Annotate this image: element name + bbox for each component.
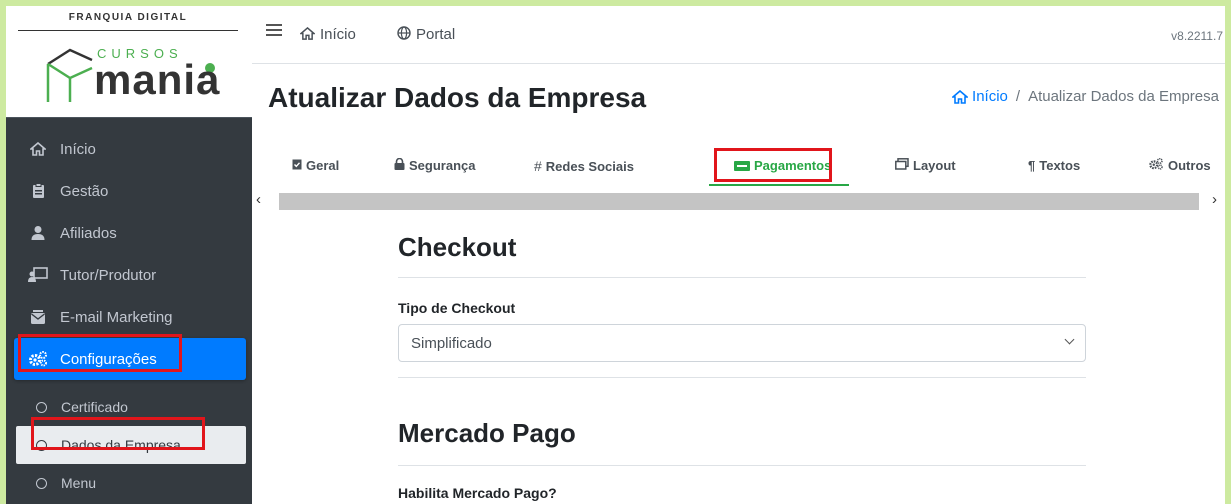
- tab-outros[interactable]: Outros: [1148, 158, 1211, 173]
- app-version: v8.2211.7: [1171, 29, 1223, 43]
- sidebar-item-configuracoes[interactable]: Configurações: [14, 338, 246, 380]
- checkout-type-select[interactable]: Simplificado: [398, 324, 1086, 362]
- checkout-heading: Checkout: [398, 232, 517, 262]
- chalkboard-teacher-icon: [28, 266, 48, 284]
- sidebar-item-label: Afiliados: [60, 224, 117, 242]
- sidebar-item-label: Início: [60, 140, 96, 158]
- page-title: Atualizar Dados da Empresa: [268, 82, 647, 113]
- hashtag-icon: #: [534, 158, 542, 174]
- money-check-icon: [734, 160, 750, 171]
- settings-tabs: Geral Segurança # Redes Sociais Pagament…: [252, 146, 1225, 186]
- horizontal-scrollbar[interactable]: [279, 193, 1199, 210]
- tab-geral[interactable]: Geral: [292, 158, 339, 173]
- tab-label: Pagamentos: [754, 158, 832, 173]
- breadcrumb: Início / Atualizar Dados da Empresa: [952, 88, 1219, 105]
- section-divider: [398, 277, 1086, 278]
- sidebar-item-tutor[interactable]: Tutor/Produtor: [6, 254, 252, 296]
- tab-label: Redes Sociais: [545, 158, 634, 174]
- users-icon: [28, 224, 48, 242]
- menu-toggle-icon[interactable]: [266, 24, 282, 39]
- brand-mania-text: mania: [94, 56, 221, 103]
- home-icon: [298, 26, 317, 43]
- sidebar-item-label: Gestão: [60, 182, 109, 200]
- mail-bulk-icon: [28, 308, 48, 326]
- brand-tagline: FRANQUIA DIGITAL: [68, 12, 188, 23]
- cogs-icon: [28, 350, 48, 368]
- tab-layout[interactable]: Layout: [895, 158, 956, 173]
- home-icon: [28, 140, 48, 158]
- tab-label: Layout: [913, 158, 956, 173]
- topbar-portal-label: Portal: [416, 26, 456, 43]
- topbar-portal-link[interactable]: Portal: [397, 26, 455, 43]
- sidebar-item-label: Tutor/Produtor: [60, 266, 157, 284]
- tabs-scroll-row: ‹ ›: [252, 191, 1225, 210]
- home-icon: [952, 89, 969, 104]
- top-navbar: Início Portal v8.2211.7: [252, 6, 1225, 64]
- circle-icon: [36, 439, 47, 451]
- sidebar-subitem-certificado[interactable]: Certificado: [6, 388, 252, 426]
- tab-label: Outros: [1168, 158, 1211, 173]
- clipboard-check-icon: [292, 158, 302, 173]
- breadcrumb-separator: /: [1015, 88, 1021, 105]
- sidebar-subitem-label: Certificado: [61, 399, 128, 415]
- breadcrumb-home-link[interactable]: Início: [952, 88, 1008, 105]
- tab-label: Segurança: [409, 158, 476, 173]
- scroll-right-arrow-icon[interactable]: ›: [1212, 191, 1217, 208]
- brand-divider: [18, 30, 238, 31]
- mercado-pago-heading: Mercado Pago: [398, 418, 576, 448]
- sidebar-subitem-dados-empresa[interactable]: Dados da Empresa: [16, 426, 246, 464]
- clipboard-icon: [28, 182, 48, 200]
- cogs-icon: [1148, 158, 1164, 173]
- checkout-type-label: Tipo de Checkout: [398, 300, 516, 316]
- sidebar-subitem-label: Menu: [61, 475, 97, 491]
- scroll-left-arrow-icon[interactable]: ‹: [256, 191, 261, 208]
- breadcrumb-current: Atualizar Dados da Empresa: [1028, 88, 1219, 105]
- active-tab-underline: [709, 184, 849, 186]
- sidebar-subitem-label: Dados da Empresa: [61, 437, 181, 453]
- tab-label: Textos: [1039, 158, 1081, 173]
- tab-redes-sociais[interactable]: # Redes Sociais: [534, 158, 634, 174]
- sidebar-item-label: E-mail Marketing: [60, 308, 173, 326]
- sidebar-item-gestao[interactable]: Gestão: [6, 170, 252, 212]
- sidebar-subitem-menu[interactable]: Menu: [6, 464, 252, 502]
- topbar-home-link[interactable]: Início: [298, 26, 356, 43]
- checkout-type-value: Simplificado: [411, 334, 492, 352]
- mercado-pago-enable-label: Habilita Mercado Pago?: [398, 485, 557, 501]
- tab-label: Geral: [306, 158, 340, 173]
- lock-icon: [394, 157, 405, 173]
- sidebar-item-afiliados[interactable]: Afiliados: [6, 212, 252, 254]
- paragraph-icon: ¶: [1028, 158, 1036, 173]
- breadcrumb-home-label: Início: [972, 88, 1008, 105]
- section-divider: [398, 465, 1086, 466]
- sidebar-item-label: Configurações: [60, 350, 157, 368]
- window-restore-icon: [895, 158, 909, 173]
- topbar-home-label: Início: [320, 26, 356, 43]
- sidebar: FRANQUIA DIGITAL CURSOS mania Início Ges…: [6, 6, 252, 504]
- section-divider: [398, 377, 1086, 378]
- circle-icon: [36, 401, 47, 413]
- sidebar-item-inicio[interactable]: Início: [6, 128, 252, 170]
- sidebar-nav: Início Gestão Afiliados Tutor/Produtor E…: [6, 128, 252, 502]
- sidebar-item-email-marketing[interactable]: E-mail Marketing: [6, 296, 252, 338]
- tab-pagamentos[interactable]: Pagamentos: [734, 158, 831, 173]
- app-window: FRANQUIA DIGITAL CURSOS mania Início Ges…: [6, 6, 1225, 504]
- brand-logo[interactable]: FRANQUIA DIGITAL CURSOS mania: [6, 6, 252, 118]
- tab-textos[interactable]: ¶ Textos: [1028, 158, 1080, 173]
- circle-icon: [36, 477, 47, 489]
- tab-seguranca[interactable]: Segurança: [394, 157, 476, 173]
- globe-icon: [397, 26, 411, 43]
- chevron-down-icon: [1064, 334, 1075, 345]
